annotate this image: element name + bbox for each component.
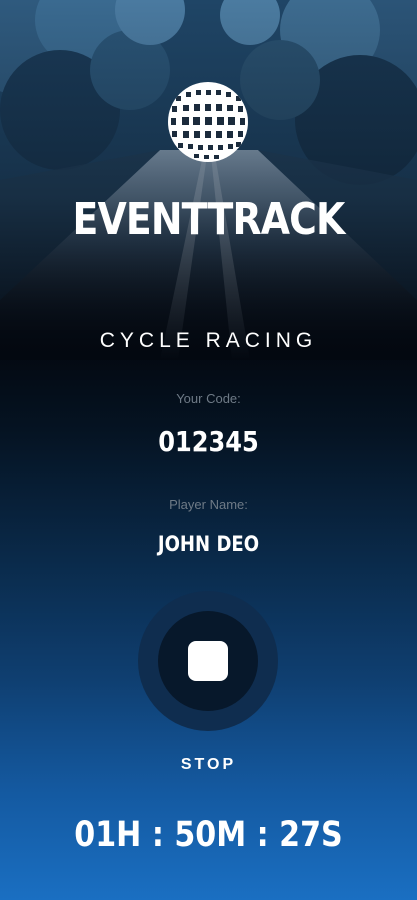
code-label: Your Code: [176,391,241,406]
road-background-image [0,0,417,360]
stop-button-core[interactable] [158,611,258,711]
elapsed-timer: 01H : 50M : 27S [74,815,343,855]
app-title: EVENTTRACK [72,194,345,245]
tracker-screen: EVENTTRACK CYCLE RACING Your Code: 01234… [0,0,417,900]
player-code: 012345 [158,425,259,458]
globe-icon [168,82,248,162]
stop-label: STOP [180,756,237,773]
stop-icon[interactable] [188,641,228,681]
player-name-label: Player Name: [169,497,248,512]
player-name: JOHN DEO [157,532,260,556]
event-name: CYCLE RACING [99,329,318,352]
stop-button[interactable] [138,591,278,731]
